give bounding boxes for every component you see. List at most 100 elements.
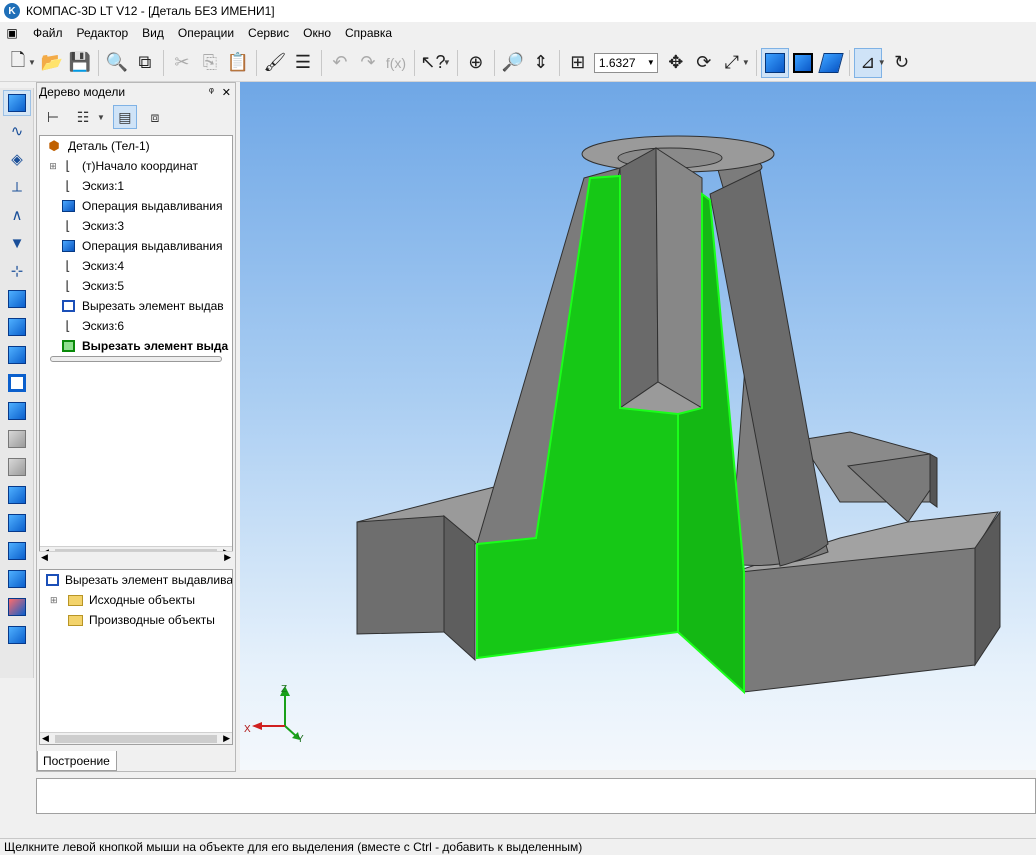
format-brush-icon[interactable]: 🖌 (261, 48, 289, 78)
array-icon[interactable] (3, 566, 31, 592)
redo-icon[interactable]: ↷ (354, 48, 382, 78)
tree-item-current[interactable]: Вырезать элемент выда (40, 336, 232, 356)
zoom-in-icon[interactable]: 🔎 (499, 48, 527, 78)
relations-item[interactable]: ⊞ Исходные объекты (40, 590, 232, 610)
perspective-icon[interactable] (817, 48, 845, 78)
variables-icon[interactable]: f(x) (382, 48, 410, 78)
scroll-thumb[interactable] (53, 553, 219, 562)
tree-item[interactable]: ⌊ Эскиз:1 (40, 176, 232, 196)
relations-horizontal-scrollbar[interactable]: ◀ ▶ (40, 732, 232, 744)
expand-icon[interactable]: ⊞ (50, 595, 60, 606)
tree-item[interactable]: Операция выдавливания (40, 196, 232, 216)
model-3d-view[interactable]: Z X Y (240, 82, 1036, 770)
tree-item[interactable]: ⌊ Эскиз:5 (40, 276, 232, 296)
tree-relations-icon[interactable]: ⧈ (143, 105, 167, 129)
relations-item[interactable]: Производные объекты (40, 610, 232, 630)
axis-y-label: Y (297, 734, 304, 745)
menu-view[interactable]: Вид (135, 26, 171, 40)
save-icon[interactable]: 💾 (66, 48, 94, 78)
chevron-down-icon[interactable]: ▼ (28, 58, 36, 67)
chamfer-icon[interactable] (3, 482, 31, 508)
tree-item[interactable]: ⌊ Эскиз:6 (40, 316, 232, 336)
scroll-left-icon[interactable]: ◀ (42, 733, 49, 744)
model-viewport[interactable]: Z X Y (240, 82, 1036, 770)
shaded-view-icon[interactable] (760, 47, 789, 78)
tree-splitter-scrollbar[interactable]: ◀ ▶ (39, 551, 233, 563)
scroll-right-icon[interactable]: ▶ (224, 552, 231, 563)
scroll-thumb[interactable] (54, 734, 218, 743)
tree-root[interactable]: ⬢ Деталь (Тел-1) (40, 136, 232, 156)
spatial-curves-icon[interactable]: ∿ (3, 118, 31, 144)
folder-icon (68, 614, 83, 626)
paste-icon[interactable]: 📋 (224, 48, 252, 78)
menu-operations[interactable]: Операции (171, 26, 241, 40)
copy-icon[interactable]: ⎘ (196, 48, 224, 78)
edit-details-icon[interactable] (3, 90, 31, 116)
chevron-down-icon[interactable]: ▼ (647, 58, 655, 67)
chevron-down-icon[interactable]: ▼ (742, 58, 750, 67)
zoom-dynamic-icon[interactable]: ⇕ (527, 48, 555, 78)
axis-z-label: Z (281, 684, 287, 695)
menu-help[interactable]: Справка (338, 26, 399, 40)
cut-by-plane-icon[interactable] (3, 594, 31, 620)
properties-icon[interactable]: ⧉ (131, 48, 159, 78)
cut-icon[interactable]: ✂ (168, 48, 196, 78)
tree-item[interactable]: Вырезать элемент выдав (40, 296, 232, 316)
auxiliary-geometry-icon[interactable]: ⟂ (3, 174, 31, 200)
shell-icon[interactable] (3, 510, 31, 536)
open-folder-icon[interactable]: 📂 (38, 48, 66, 78)
property-panel[interactable] (36, 778, 1036, 814)
shaded-edges-view-icon[interactable] (789, 48, 817, 78)
print-preview-icon[interactable]: 🔍 (103, 48, 131, 78)
tree-order-icon[interactable]: ☷ (71, 105, 95, 129)
close-icon[interactable]: ✕ (222, 86, 231, 99)
library-icon[interactable] (3, 622, 31, 648)
toolbar-separator (97, 49, 99, 76)
hole-icon[interactable] (3, 426, 31, 452)
tree-item[interactable]: ⌊ Эскиз:4 (40, 256, 232, 276)
end-of-tree-marker[interactable] (50, 356, 222, 362)
filter-icon[interactable]: ▼ (3, 230, 31, 256)
document-icon[interactable]: ▣ (4, 25, 20, 41)
rotate-operation-icon[interactable] (3, 314, 31, 340)
zoom-scale-field[interactable]: 1.6327 ▼ (593, 52, 658, 73)
dimensions-icon[interactable]: ∧ (3, 202, 31, 228)
zoom-window-icon[interactable]: ⊕ (462, 48, 490, 78)
rebuild-icon[interactable]: ↻ (888, 48, 916, 78)
scroll-right-icon[interactable]: ▶ (223, 733, 230, 744)
tree-item[interactable]: ⌊ Эскиз:3 (40, 216, 232, 236)
expand-icon[interactable]: ⊞ (48, 161, 58, 172)
undo-icon[interactable]: ↶ (326, 48, 354, 78)
measure-icon[interactable]: ⊹ (3, 258, 31, 284)
cut-extrude-icon[interactable] (3, 370, 31, 396)
mirror-icon[interactable] (3, 538, 31, 564)
menu-file[interactable]: Файл (26, 26, 70, 40)
flange-left-side (443, 514, 476, 662)
flange-back-side (929, 453, 938, 508)
scroll-left-icon[interactable]: ◀ (41, 552, 48, 563)
fillet-icon[interactable] (3, 398, 31, 424)
relations-root[interactable]: Вырезать элемент выдавлива (40, 570, 232, 590)
tree-structure-icon[interactable]: ⊢ (41, 105, 65, 129)
tree-item-label: Эскиз:1 (82, 179, 125, 193)
menu-window[interactable]: Окно (296, 26, 338, 40)
rotate-icon[interactable]: ⟳ (690, 48, 718, 78)
tree-item[interactable]: ⊞ ⌊ (т)Начало координат (40, 156, 232, 176)
chevron-down-icon[interactable]: ▼ (97, 113, 105, 122)
tab-construction[interactable]: Построение (37, 751, 117, 771)
chevron-down-icon[interactable]: ▼ (878, 58, 886, 67)
surfaces-icon[interactable]: ◈ (3, 146, 31, 172)
chevron-down-icon[interactable]: ▼ (443, 58, 451, 67)
manager-icon[interactable]: ☰ (289, 48, 317, 78)
extrude-operation-icon[interactable] (3, 286, 31, 312)
pin-icon[interactable]: ᵠ (209, 86, 214, 99)
zoom-to-fit-icon[interactable]: ⊞ (564, 48, 592, 78)
kinematic-operation-icon[interactable] (3, 342, 31, 368)
tree-item-label: Эскиз:5 (82, 279, 125, 293)
tree-list-icon[interactable]: ▤ (112, 105, 137, 129)
pan-icon[interactable]: ✥ (662, 48, 690, 78)
rib-icon[interactable] (3, 454, 31, 480)
menu-editor[interactable]: Редактор (70, 26, 136, 40)
tree-item[interactable]: Операция выдавливания (40, 236, 232, 256)
menu-service[interactable]: Сервис (241, 26, 296, 40)
